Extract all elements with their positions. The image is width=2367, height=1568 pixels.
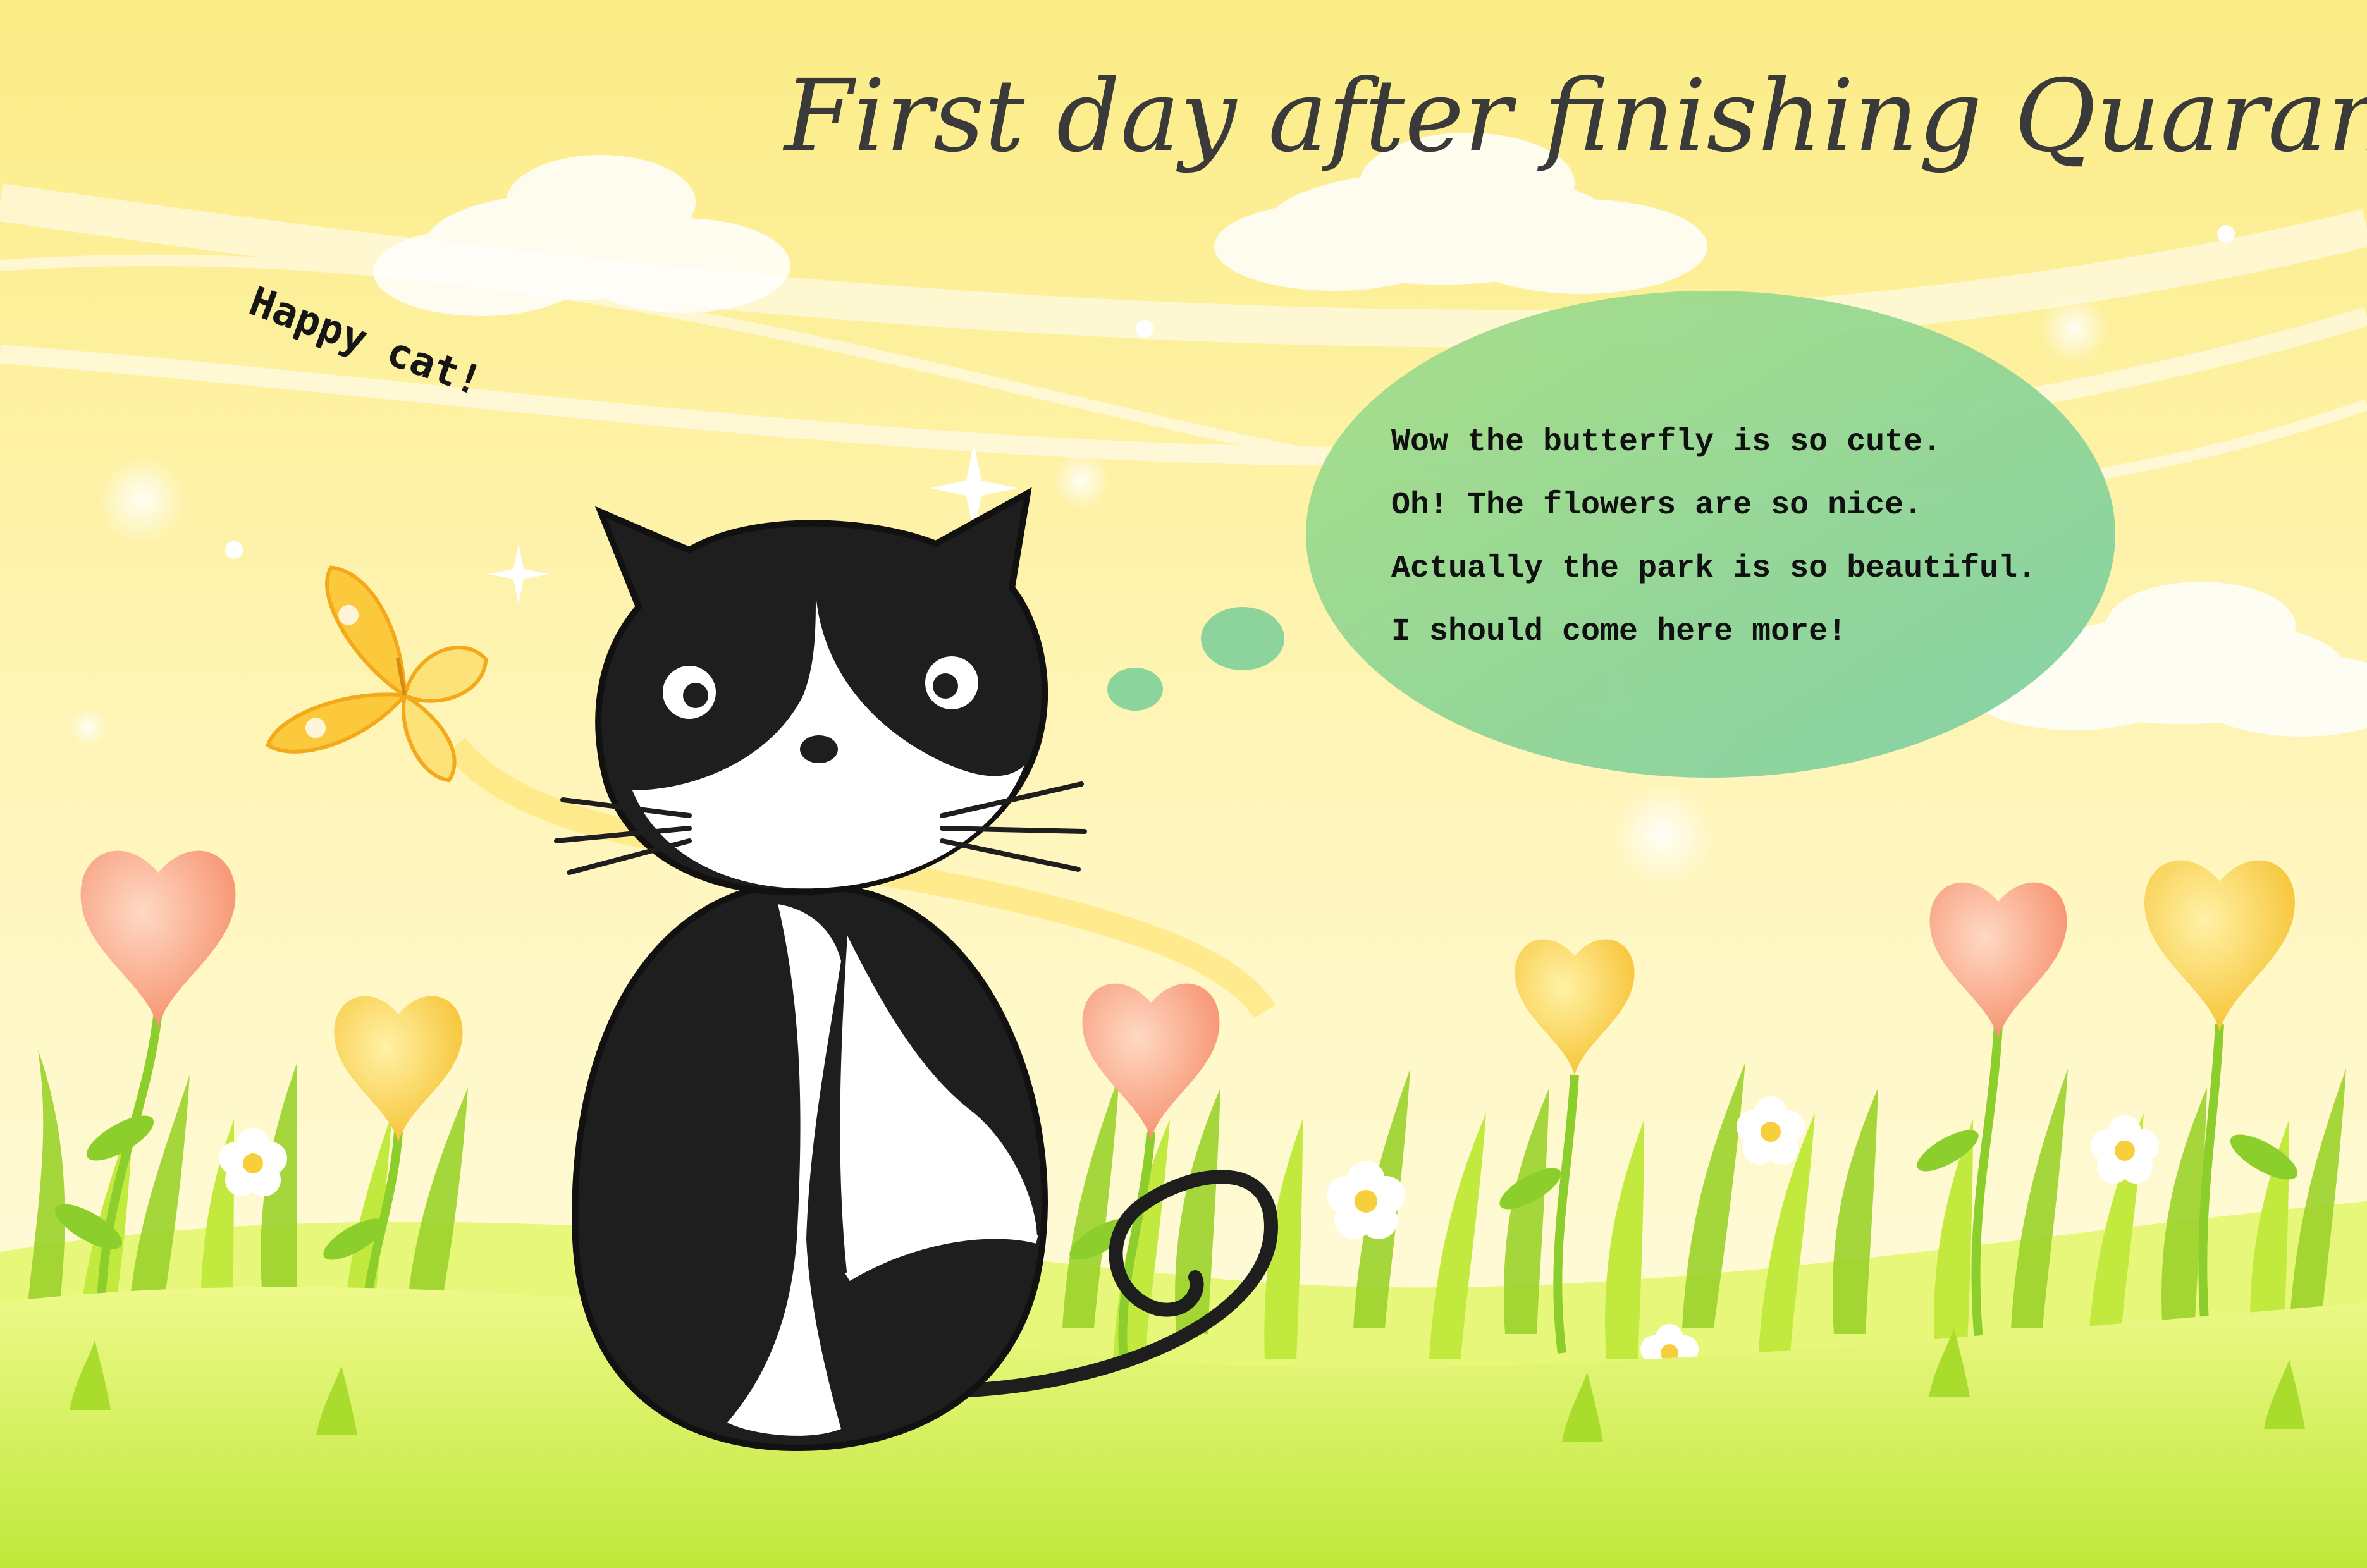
speech-line: I should come here more! [1391,614,1847,650]
speech-line: Wow the butterfly is so cute. [1391,424,1942,460]
speech-text: Wow the butterfly is so cute. Oh! The fl… [1391,411,2036,664]
speech-line: Oh! The flowers are so nice. [1391,487,1923,524]
page-title: First day after finishing Quarantine [784,58,2367,175]
scene: First day after finishing Quarantine Hap… [0,0,2367,1568]
speech-line: Actually the park is so beautiful. [1391,551,2037,587]
scene-illustration [0,0,2367,1568]
